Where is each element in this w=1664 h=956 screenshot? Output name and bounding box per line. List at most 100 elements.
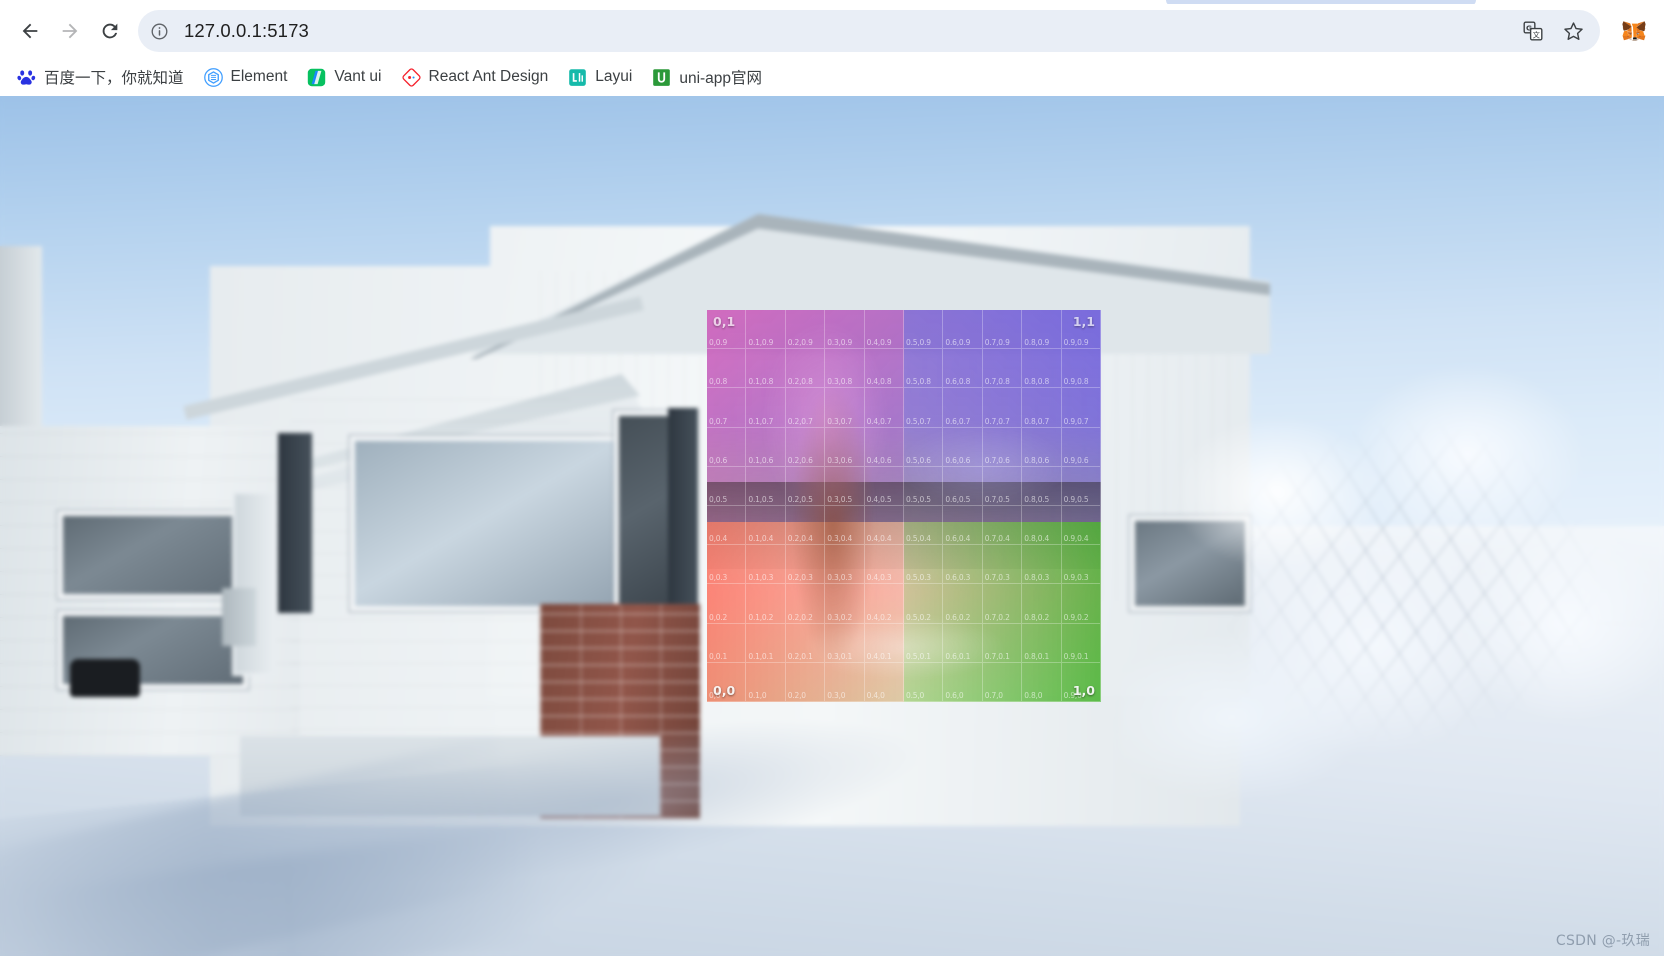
uv-cell: 0.4,0.3 — [864, 545, 904, 585]
bookmark-item-layui[interactable]: Layui — [559, 62, 641, 92]
bookmark-item-element[interactable]: Element — [195, 62, 297, 92]
bookmark-item-uni-app[interactable]: uni-app官网 — [643, 62, 771, 92]
uv-cell-label: 0.7,0.9 — [984, 338, 1010, 348]
uv-cell: 0.8,0.6 — [1022, 427, 1062, 467]
bookmark-label: uni-app官网 — [679, 70, 763, 87]
bookmark-label: Layui — [595, 68, 633, 85]
bookmark-item-baidu[interactable]: 百度一下，你就知道 — [8, 62, 193, 92]
uv-cell: 0.7,0.4 — [982, 506, 1023, 546]
wall-unit — [222, 588, 256, 646]
uv-cell: 0.6,0.1 — [943, 623, 983, 663]
bookmark-item-vant-ui[interactable]: Vant ui — [298, 62, 390, 92]
forward-button[interactable] — [50, 11, 90, 51]
uv-cell: 0,0.3 — [707, 545, 747, 585]
uv-cell: 0.5,0.3 — [904, 545, 944, 585]
uv-cell: 0.6,0.7 — [943, 388, 983, 428]
uv-cell-label: 0.8,0.3 — [1024, 573, 1050, 583]
uv-cell: 0.4,0.9 — [864, 310, 904, 350]
uv-corner-bottom-right: 1,0 — [1072, 683, 1095, 698]
uv-cell: 0.8,0.4 — [1022, 506, 1062, 546]
uv-cell-label: 0.8,0.2 — [1024, 612, 1050, 622]
uv-cell: 0.2,0.1 — [785, 623, 826, 663]
uv-cell: 0.4,0.1 — [864, 623, 904, 663]
uv-corner-top-right: 1,1 — [1072, 314, 1095, 329]
uv-cell-label: 0.1,0.2 — [748, 612, 774, 622]
uv-cell-grid: 0,0.9 0.1,0.9 0.2,0.9 0.3,0.9 0.4,0.9 0.5,0.9… — [707, 310, 1101, 702]
bookmark-star-icon — [1563, 21, 1583, 40]
uv-cell: 0.4,0.2 — [864, 584, 904, 624]
uv-cell: 0.9,0.3 — [1061, 545, 1101, 585]
uv-cell: 0.2,0 — [785, 662, 826, 702]
uv-cell-label: 0.1,0.5 — [748, 495, 774, 504]
uv-cell: 0.8,0.8 — [1022, 349, 1062, 389]
uv-corner-top-left: 0,1 — [713, 314, 736, 329]
uv-cell-label: 0.4,0.1 — [866, 651, 892, 661]
uv-cell-label: 0.1,0.1 — [748, 651, 774, 661]
uv-cell-label: 0.7,0.2 — [984, 612, 1010, 622]
url-text[interactable]: 127.0.0.1:5173 — [176, 10, 1516, 52]
uv-cell: 0.3,0.7 — [825, 388, 865, 428]
uv-cell-label: 0.6,0.7 — [945, 416, 971, 426]
uv-cell: 0.9,0.2 — [1061, 584, 1101, 624]
chimney — [0, 246, 42, 436]
uv-cell: 0,0.2 — [707, 584, 747, 624]
uv-cell-label: 0,0.4 — [709, 534, 728, 544]
uv-cell-label: 0.2,0.9 — [787, 338, 813, 348]
uv-cell-label: 0.1,0.3 — [748, 573, 774, 583]
uv-cell: 0,0.7 — [707, 388, 747, 428]
uv-cell-label: 0.8,0.4 — [1024, 534, 1050, 544]
uv-cell: 0.3,0.9 — [825, 310, 865, 350]
uv-cell-label: 0.1,0.8 — [748, 377, 774, 387]
bookmark-button[interactable] — [1556, 14, 1590, 48]
uv-cell-label: 0,0.6 — [709, 455, 728, 465]
uv-cell-label: 0.4,0.2 — [866, 612, 892, 622]
uv-cell: 0,0.5 — [707, 466, 747, 506]
uv-cell: 0.6,0.9 — [943, 310, 983, 350]
front-door — [232, 491, 276, 676]
uv-cell: 0.9,0.5 — [1061, 466, 1101, 506]
svg-text:文: 文 — [1533, 30, 1541, 39]
uv-cell: 0.2,0.5 — [785, 466, 826, 506]
uv-cell-label: 0,0.2 — [709, 612, 728, 622]
uv-cell-label: 0.6,0.5 — [945, 495, 971, 504]
uv-grid-overlay[interactable]: 0,0.9 0.1,0.9 0.2,0.9 0.3,0.9 0.4,0.9 0.5,0.9… — [707, 310, 1101, 702]
uv-cell-label: 0.2,0.2 — [787, 612, 813, 622]
uni-app-icon — [652, 68, 671, 87]
site-information-button[interactable] — [142, 14, 176, 48]
uv-cell-label: 0.5,0.8 — [906, 377, 931, 387]
uv-cell: 0.5,0.4 — [904, 506, 944, 546]
uv-cell-label: 0.4,0.9 — [866, 338, 892, 348]
uv-cell: 0.8,0.1 — [1022, 623, 1062, 663]
bookmark-item-react-ant-design[interactable]: React Ant Design — [393, 62, 558, 92]
uv-cell-label: 0.5,0.2 — [906, 612, 931, 622]
metamask-extension-button[interactable] — [1614, 11, 1654, 51]
vant-ui-icon — [307, 68, 326, 87]
uv-cell: 0.8,0.5 — [1022, 466, 1062, 506]
uv-cell-label: 0.2,0.4 — [787, 534, 813, 544]
uv-cell-label: 0.7,0.5 — [984, 495, 1010, 504]
window-left-upper — [58, 511, 248, 599]
reload-button[interactable] — [90, 11, 130, 51]
uv-cell-label: 0.5,0.7 — [906, 416, 931, 426]
uv-cell: 0.4,0.7 — [864, 388, 904, 428]
uv-corner-bottom-left: 0,0 — [713, 683, 736, 698]
uv-cell-label: 0,0.5 — [709, 495, 728, 504]
uv-cell-label: 0,0.7 — [709, 416, 728, 426]
uv-cell: 0.7,0.7 — [982, 388, 1023, 428]
uv-cell-label: 0.4,0.5 — [866, 495, 892, 504]
uv-cell-label: 0,0.9 — [709, 338, 728, 348]
uv-cell-label: 0,0.3 — [709, 573, 728, 583]
back-button[interactable] — [10, 11, 50, 51]
uv-cell-label: 0.2,0.5 — [787, 495, 813, 504]
uv-cell: 0.4,0.5 — [864, 466, 904, 506]
uv-cell-label: 0.7,0.7 — [984, 416, 1010, 426]
uv-cell: 0.6,0.6 — [943, 427, 983, 467]
uv-cell-label: 0.1,0.9 — [748, 338, 774, 348]
translate-button[interactable]: G 文 — [1516, 14, 1550, 48]
uv-cell-label: 0.5,0.4 — [906, 534, 931, 544]
uv-cell: 0.7,0.3 — [982, 545, 1023, 585]
address-bar[interactable]: 127.0.0.1:5173 G 文 — [138, 10, 1600, 52]
uv-cell-label: 0.2,0.7 — [787, 416, 813, 426]
uv-cell-label: 0.4,0.4 — [866, 534, 892, 544]
uv-cell-label: 0.9,0.8 — [1063, 377, 1089, 387]
